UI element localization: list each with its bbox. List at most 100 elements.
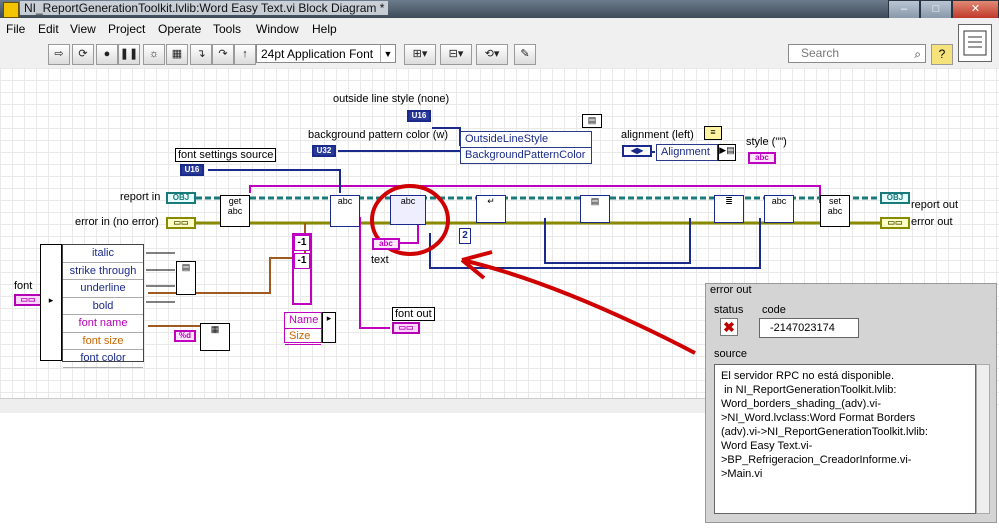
minimize-button[interactable]: – bbox=[888, 0, 920, 19]
set-font-subvi[interactable]: set abc bbox=[820, 195, 850, 227]
style-label: style ("") bbox=[746, 136, 787, 148]
write-text-abc: abc bbox=[400, 196, 416, 206]
word-doc-icon: ≡ bbox=[704, 126, 722, 140]
menu-project[interactable]: Project bbox=[108, 22, 145, 36]
font-selector-value: 24pt Application Font bbox=[261, 47, 374, 61]
title-bar: NI_ReportGenerationToolkit.lvlib:Word Ea… bbox=[0, 0, 999, 19]
report-in-terminal[interactable]: OBJ bbox=[166, 192, 196, 204]
font-terminal[interactable]: ▭▭ bbox=[14, 294, 42, 306]
alignment-label: alignment (left) bbox=[621, 129, 694, 141]
get-abc: abc bbox=[227, 206, 243, 216]
window-title: NI_ReportGenerationToolkit.lvlib:Word Ea… bbox=[20, 1, 389, 15]
font-out-wire bbox=[340, 217, 390, 329]
get-font-subvi[interactable]: get abc bbox=[220, 195, 250, 227]
error-in-terminal[interactable]: ▭▭ bbox=[166, 217, 196, 229]
run-continuously-icon[interactable]: ⟳ bbox=[72, 44, 94, 65]
menu-edit[interactable]: Edit bbox=[38, 22, 59, 36]
ref-wire-lower bbox=[429, 218, 761, 269]
error-out-label: error out bbox=[911, 216, 953, 228]
unbundle-italic: italic bbox=[63, 245, 143, 263]
search-input[interactable]: Search ⌕ bbox=[788, 44, 926, 63]
red-arrow-line bbox=[461, 258, 696, 355]
new-line-subvi[interactable]: ↵ bbox=[476, 195, 506, 223]
step-out-icon[interactable]: ↑ bbox=[234, 44, 256, 65]
menu-view[interactable]: View bbox=[70, 22, 96, 36]
menu-file[interactable]: File bbox=[6, 22, 25, 36]
menu-operate[interactable]: Operate bbox=[158, 22, 201, 36]
format-string-constant[interactable]: %d bbox=[174, 330, 196, 342]
vi-icon bbox=[958, 24, 992, 62]
error-out-cluster: error out status code ✖ -2147023174 sour… bbox=[705, 283, 997, 523]
cleanup-diagram-icon[interactable]: ✎ bbox=[514, 44, 536, 65]
font-out-terminal[interactable]: ▭▭ bbox=[392, 322, 420, 334]
horizontal-scrollbar[interactable] bbox=[0, 398, 720, 413]
u32-constant[interactable]: U32 bbox=[312, 145, 336, 157]
toolbar: ⇨ ⟳ ● ❚❚ ☼ ▦ ↴ ↷ ↑ 24pt Application Font… bbox=[0, 40, 999, 69]
get-label: get bbox=[228, 196, 242, 206]
property-node-borders[interactable]: OutsideLineStyle BackgroundPatternColor bbox=[460, 131, 592, 164]
unbundle-font-color: font color bbox=[63, 350, 143, 368]
retain-wire-values-icon[interactable]: ▦ bbox=[166, 44, 188, 65]
maximize-button[interactable]: □ bbox=[920, 0, 952, 19]
alignment-enum-constant[interactable]: ◀▶ bbox=[622, 145, 652, 157]
style-subvi[interactable]: abc bbox=[764, 195, 794, 223]
borders-shading-subvi[interactable]: ▤ bbox=[580, 195, 610, 223]
format-into-string-node[interactable]: ▦ bbox=[200, 323, 230, 351]
abort-icon[interactable]: ● bbox=[96, 44, 118, 65]
labview-app-icon bbox=[3, 2, 19, 18]
bundle-by-name[interactable]: Name Size bbox=[284, 312, 322, 345]
menu-window[interactable]: Window bbox=[256, 22, 299, 36]
u16-constant-font-source[interactable]: U16 bbox=[180, 164, 204, 176]
source-scrollbar[interactable] bbox=[976, 364, 990, 514]
font-selector[interactable]: 24pt Application Font ▼ bbox=[256, 44, 396, 63]
pause-icon[interactable]: ❚❚ bbox=[118, 44, 140, 65]
step-over-icon[interactable]: ↷ bbox=[212, 44, 234, 65]
write-text-subvi-highlighted[interactable]: abc bbox=[390, 195, 426, 225]
font-out-label: font out bbox=[392, 307, 435, 321]
style-string-constant[interactable]: abc bbox=[748, 152, 776, 164]
status-error-icon[interactable]: ✖ bbox=[720, 318, 738, 336]
align-objects-icon[interactable]: ⊞▾ bbox=[404, 44, 436, 65]
text-terminal[interactable]: abc bbox=[372, 238, 400, 250]
step-into-icon[interactable]: ↴ bbox=[190, 44, 212, 65]
report-in-label: report in bbox=[120, 191, 161, 203]
vi-icon-graphic bbox=[963, 30, 987, 56]
unbundle-font-name: font name bbox=[63, 315, 143, 333]
numeric-constant-2[interactable]: 2 bbox=[459, 228, 471, 244]
highlight-execution-icon[interactable]: ☼ bbox=[143, 44, 165, 65]
ref-wire-inner bbox=[544, 218, 691, 264]
error-out-terminal[interactable]: ▭▭ bbox=[880, 217, 910, 229]
source-label: source bbox=[714, 348, 748, 360]
u16-constant-outside[interactable]: U16 bbox=[407, 110, 431, 122]
font-settings-wire bbox=[208, 169, 341, 193]
status-label: status bbox=[714, 304, 744, 316]
error-out-title: error out bbox=[710, 284, 752, 296]
font-label: font bbox=[14, 280, 33, 292]
report-out-terminal[interactable]: OBJ bbox=[880, 192, 910, 204]
run-arrow-icon[interactable]: ⇨ bbox=[48, 44, 70, 65]
close-button[interactable]: ✕ bbox=[952, 0, 999, 19]
context-help-button[interactable]: ? bbox=[931, 44, 953, 65]
report-out-label: report out bbox=[911, 199, 959, 211]
font-subvi[interactable]: abc bbox=[330, 195, 360, 227]
error-in-label: error in (no error) bbox=[75, 216, 159, 228]
property-node-alignment[interactable]: Alignment bbox=[656, 144, 718, 161]
text-wire bbox=[400, 223, 419, 244]
menu-tools[interactable]: Tools bbox=[213, 22, 241, 36]
unbundle-underline: underline bbox=[63, 280, 143, 298]
prop-alignment: Alignment bbox=[657, 145, 717, 161]
unbundle-node-left: ▸ bbox=[40, 244, 62, 361]
unbundle-by-name[interactable]: italic strike through underline bold fon… bbox=[62, 244, 144, 368]
code-label: code bbox=[762, 304, 786, 316]
menu-help[interactable]: Help bbox=[312, 22, 337, 36]
source-field[interactable]: El servidor RPC no está disponible. in N… bbox=[714, 364, 976, 514]
set-abc: abc bbox=[827, 206, 843, 216]
reorder-icon[interactable]: ⟲▾ bbox=[476, 44, 508, 65]
format-paragraph-subvi[interactable]: ≣ bbox=[714, 195, 744, 223]
font-settings-source-label: font settings source bbox=[175, 148, 277, 162]
code-field[interactable]: -2147023174 bbox=[759, 318, 859, 338]
property-class-icon: ▤ bbox=[582, 114, 602, 128]
unbundle-bold: bold bbox=[63, 298, 143, 315]
distribute-objects-icon[interactable]: ⊟▾ bbox=[440, 44, 472, 65]
font-size-wire bbox=[148, 223, 306, 294]
